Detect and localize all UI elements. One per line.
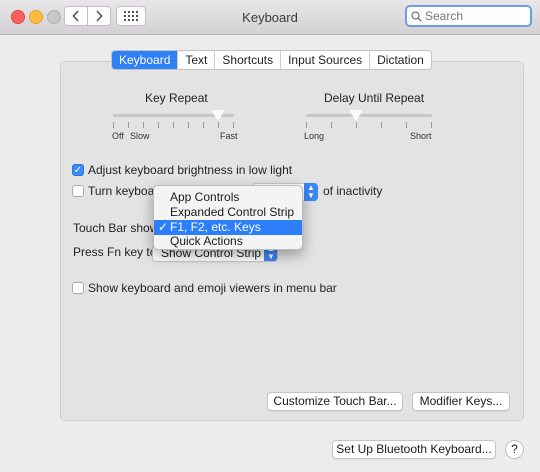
set-up-bluetooth-keyboard-button[interactable]: Set Up Bluetooth Keyboard... xyxy=(332,440,496,459)
tab-dictation[interactable]: Dictation xyxy=(369,51,431,69)
modifier-keys-button[interactable]: Modifier Keys... xyxy=(412,392,510,411)
magnifier-icon xyxy=(411,10,422,22)
key-repeat-off-label: Off xyxy=(112,131,124,141)
search-field[interactable] xyxy=(405,5,532,27)
menu-item-expanded-control-strip[interactable]: Expanded Control Strip xyxy=(154,205,302,220)
help-button[interactable]: ? xyxy=(505,440,524,459)
adjust-brightness-label: Adjust keyboard brightness in low light xyxy=(88,163,293,177)
delay-long-label: Long xyxy=(304,131,325,141)
menu-item-app-controls[interactable]: App Controls xyxy=(154,190,302,205)
popup-arrows-icon: ▲▼ xyxy=(304,183,318,201)
key-repeat-fast-label: Fast xyxy=(220,131,238,141)
tab-shortcuts[interactable]: Shortcuts xyxy=(214,51,280,69)
touch-bar-shows-label: Touch Bar shows xyxy=(73,221,165,235)
tab-input-sources[interactable]: Input Sources xyxy=(280,51,369,69)
press-fn-label: Press Fn key to xyxy=(73,245,157,259)
menu-item-function-keys[interactable]: ✓ F1, F2, etc. Keys xyxy=(154,220,302,235)
tab-keyboard[interactable]: Keyboard xyxy=(112,51,178,69)
show-viewers-checkbox[interactable] xyxy=(72,282,84,294)
delay-until-repeat-slider[interactable] xyxy=(306,114,432,117)
tab-bar: Keyboard Text Shortcuts Input Sources Di… xyxy=(111,50,432,70)
tab-text[interactable]: Text xyxy=(177,51,214,69)
search-input[interactable] xyxy=(422,9,525,23)
show-viewers-label: Show keyboard and emoji viewers in menu … xyxy=(88,281,337,295)
delay-short-label: Short xyxy=(410,131,432,141)
delay-until-repeat-slider-thumb[interactable] xyxy=(349,110,364,121)
checkmark-icon: ✓ xyxy=(158,220,169,234)
keyboard-preferences-window: Keyboard Keyboard Text Shortcuts Input S… xyxy=(0,0,540,472)
key-repeat-slow-label: Slow xyxy=(130,131,150,141)
customize-touch-bar-button[interactable]: Customize Touch Bar... xyxy=(267,392,403,411)
inactivity-suffix-label: of inactivity xyxy=(323,184,383,198)
turn-keyboard-off-checkbox[interactable] xyxy=(72,185,84,197)
key-repeat-label: Key Repeat xyxy=(145,91,208,105)
delay-until-repeat-ticks xyxy=(306,122,432,128)
touch-bar-shows-menu: App Controls Expanded Control Strip ✓ F1,… xyxy=(153,185,303,250)
delay-until-repeat-label: Delay Until Repeat xyxy=(324,91,425,105)
key-repeat-ticks xyxy=(113,122,234,128)
adjust-brightness-checkbox[interactable]: ✓ xyxy=(72,164,84,176)
menu-item-quick-actions[interactable]: Quick Actions xyxy=(154,234,302,249)
title-bar: Keyboard xyxy=(0,0,540,35)
key-repeat-slider-thumb[interactable] xyxy=(211,110,226,121)
